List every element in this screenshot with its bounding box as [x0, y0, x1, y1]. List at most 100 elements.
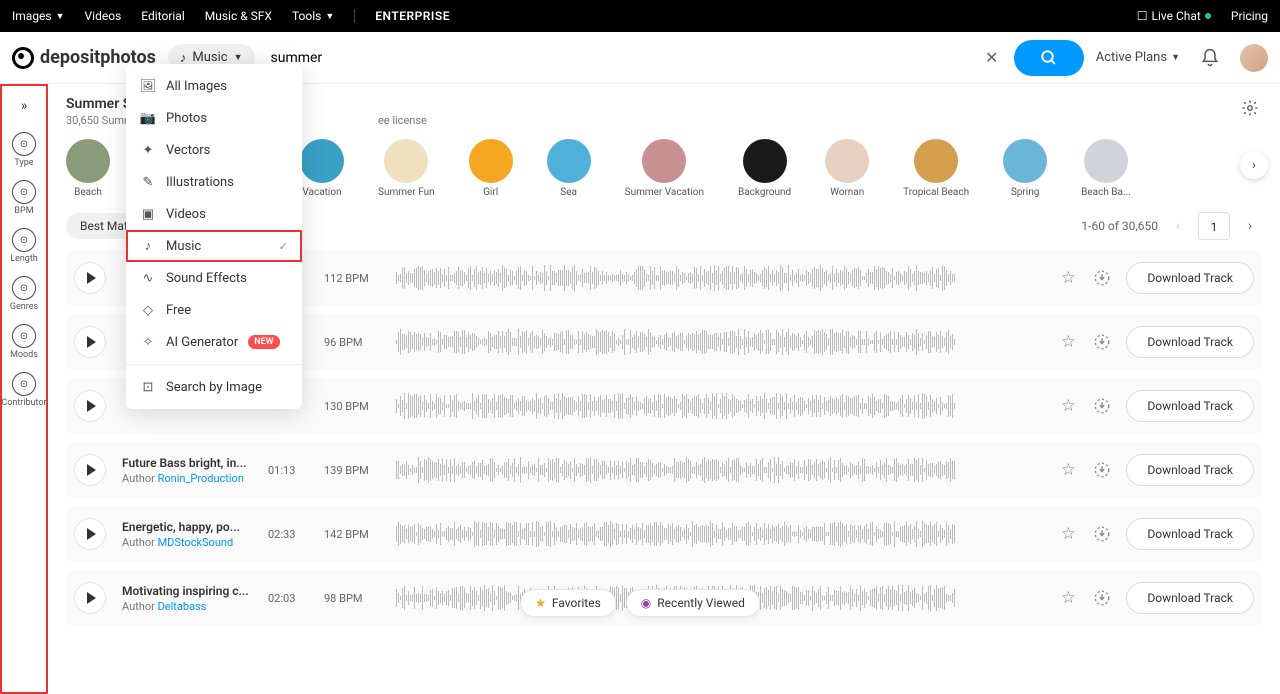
live-chat-button[interactable]: ☐ Live Chat	[1137, 9, 1211, 23]
status-dot-icon	[1205, 13, 1211, 19]
download-track-button[interactable]: Download Track	[1126, 582, 1254, 614]
track-row: Energetic, happy, po... Author MDStockSo…	[66, 506, 1262, 562]
download-icon-button[interactable]	[1092, 460, 1112, 480]
dropdown-item[interactable]: ♪Music✓	[126, 230, 302, 262]
category-chip[interactable]: Background	[738, 139, 791, 198]
waveform[interactable]	[396, 455, 1042, 485]
author-link[interactable]: Deltabass	[158, 600, 207, 613]
download-track-button[interactable]: Download Track	[1126, 390, 1254, 422]
play-button[interactable]	[74, 326, 106, 358]
filter-item[interactable]: ⊙Length	[1, 222, 46, 270]
category-chip[interactable]: Summer Vacation	[625, 139, 704, 198]
user-avatar[interactable]	[1240, 44, 1268, 72]
pricing-link[interactable]: Pricing	[1231, 9, 1268, 23]
chips-next-button[interactable]: ›	[1240, 151, 1268, 179]
play-icon	[87, 272, 96, 284]
dropdown-item-icon: ∿	[140, 270, 156, 286]
notifications-button[interactable]	[1196, 44, 1224, 72]
image-search-icon: ⊡	[140, 379, 156, 395]
clear-search-button[interactable]: ✕	[982, 48, 1002, 68]
track-duration: 02:03	[268, 592, 308, 605]
play-button[interactable]	[74, 390, 106, 422]
category-chip[interactable]: Vacation	[300, 139, 344, 198]
recently-viewed-button[interactable]: ◉Recently Viewed	[626, 589, 760, 617]
category-chip[interactable]: Beach	[66, 139, 110, 198]
category-chip[interactable]: Spring	[1003, 139, 1047, 198]
expand-filters-button[interactable]: »	[8, 92, 40, 120]
dropdown-item-label: Vectors	[166, 143, 210, 158]
waveform[interactable]	[396, 391, 1042, 421]
track-actions: ☆ Download Track	[1058, 454, 1254, 486]
page-number-input[interactable]: 1	[1198, 212, 1230, 240]
favorite-button[interactable]: ☆	[1058, 460, 1078, 480]
category-chip[interactable]: Beach Ba...	[1081, 139, 1131, 198]
download-icon-button[interactable]	[1092, 524, 1112, 544]
settings-button[interactable]	[1238, 96, 1262, 120]
dropdown-item[interactable]: ∿Sound Effects	[126, 262, 302, 294]
chip-image	[469, 139, 513, 183]
search-button[interactable]	[1014, 40, 1084, 76]
category-chip[interactable]: Tropical Beach	[903, 139, 969, 198]
dropdown-item[interactable]: ✎Illustrations	[126, 166, 302, 198]
dropdown-item[interactable]: ✧AI GeneratorNEW	[126, 326, 302, 358]
play-button[interactable]	[74, 262, 106, 294]
play-button[interactable]	[74, 518, 106, 550]
category-chip[interactable]: Summer Fun	[378, 139, 435, 198]
dropdown-item-label: Videos	[166, 207, 206, 222]
download-icon-button[interactable]	[1092, 268, 1112, 288]
download-track-button[interactable]: Download Track	[1126, 262, 1254, 294]
favorite-button[interactable]: ☆	[1058, 524, 1078, 544]
nav-enterprise[interactable]: ENTERPRISE	[354, 9, 450, 23]
filter-item[interactable]: ⊙Type	[1, 126, 46, 174]
nav-images[interactable]: Images▼	[12, 9, 65, 23]
page-prev-button[interactable]: ‹	[1166, 214, 1190, 238]
filter-item[interactable]: ⊙Contributor	[1, 366, 46, 414]
track-title: Motivating inspiring c...	[122, 584, 252, 598]
dropdown-item[interactable]: ▣Videos	[126, 198, 302, 230]
dropdown-item[interactable]: ✦ Vectors	[126, 134, 302, 166]
dropdown-item-icon: ✦	[140, 142, 156, 158]
nav-editorial[interactable]: Editorial	[141, 9, 184, 23]
search-by-image-item[interactable]: ⊡Search by Image	[126, 371, 302, 403]
favorite-button[interactable]: ☆	[1058, 332, 1078, 352]
nav-tools[interactable]: Tools▼	[292, 9, 334, 23]
waveform[interactable]	[396, 519, 1042, 549]
search-input[interactable]	[267, 42, 970, 74]
category-chip[interactable]: Sea	[547, 139, 591, 198]
chip-image	[825, 139, 869, 183]
track-author: Author MDStockSound	[122, 536, 252, 549]
nav-videos[interactable]: Videos	[85, 9, 122, 23]
play-button[interactable]	[74, 582, 106, 614]
favorites-button[interactable]: ★Favorites	[520, 589, 616, 617]
favorite-button[interactable]: ☆	[1058, 268, 1078, 288]
dropdown-item[interactable]: ◇Free	[126, 294, 302, 326]
download-track-button[interactable]: Download Track	[1126, 454, 1254, 486]
filter-item[interactable]: ⊙Moods	[1, 318, 46, 366]
category-chip[interactable]: Woman	[825, 139, 869, 198]
category-chip[interactable]: Girl	[469, 139, 513, 198]
download-icon-button[interactable]	[1092, 396, 1112, 416]
page-next-button[interactable]: ›	[1238, 214, 1262, 238]
filter-icon: ⊙	[12, 372, 36, 396]
track-bpm: 139 BPM	[324, 464, 380, 477]
favorite-button[interactable]: ☆	[1058, 396, 1078, 416]
author-link[interactable]: MDStockSound	[158, 536, 234, 549]
download-track-button[interactable]: Download Track	[1126, 518, 1254, 550]
download-icon-button[interactable]	[1092, 332, 1112, 352]
dropdown-item[interactable]: 🖼All Images	[126, 70, 302, 102]
waveform[interactable]	[396, 263, 1042, 293]
dropdown-item[interactable]: 📷Photos	[126, 102, 302, 134]
play-icon	[87, 400, 96, 412]
filter-item[interactable]: ⊙Genres	[1, 270, 46, 318]
favorite-button[interactable]: ☆	[1058, 588, 1078, 608]
nav-music-sfx[interactable]: Music & SFX	[205, 9, 272, 23]
active-plans-button[interactable]: Active Plans▼	[1096, 50, 1180, 65]
author-link[interactable]: Ronin_Production	[158, 472, 244, 485]
dropdown-item-label: Photos	[166, 111, 207, 126]
download-track-button[interactable]: Download Track	[1126, 326, 1254, 358]
waveform[interactable]	[396, 327, 1042, 357]
filter-item[interactable]: ⊙BPM	[1, 174, 46, 222]
download-icon-button[interactable]	[1092, 588, 1112, 608]
play-button[interactable]	[74, 454, 106, 486]
download-icon	[1093, 461, 1111, 479]
